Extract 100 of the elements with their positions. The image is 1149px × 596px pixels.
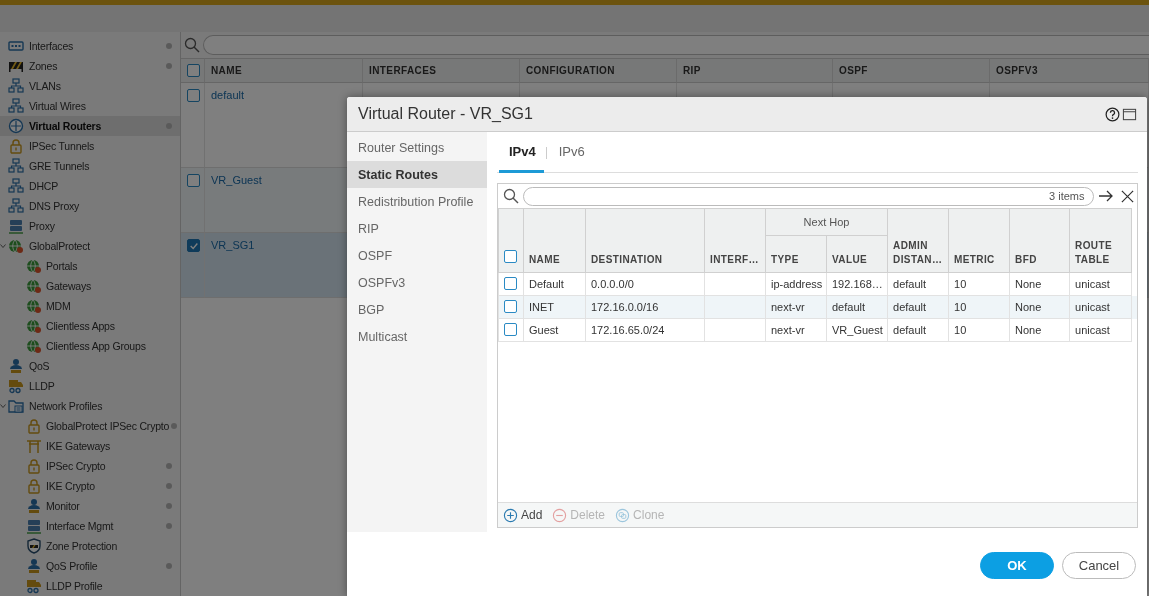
tab[interactable]: IPv4 [499, 133, 544, 173]
tab[interactable]: IPv6 [548, 133, 593, 173]
lock-icon [8, 138, 24, 154]
nav-item[interactable]: OSPFv3 [347, 269, 487, 296]
column-header: INTERF… [704, 208, 766, 273]
globe-icon [26, 338, 42, 354]
name-link[interactable]: VR_Guest [211, 174, 262, 186]
column-header: OSPFV3 [990, 58, 1149, 83]
sidebar-item[interactable]: IPSec Tunnels [0, 136, 180, 156]
table-cell: unicast [1069, 318, 1132, 342]
table-cell: None [1009, 272, 1070, 296]
name-link[interactable]: VR_SG1 [211, 239, 255, 251]
table-cell: None [1009, 318, 1070, 342]
sidebar-item[interactable]: LLDP [0, 376, 180, 396]
globe-icon [26, 318, 42, 334]
sidebar-item[interactable]: LLDP Profile [0, 576, 180, 596]
sidebar-item[interactable]: Gateways [0, 276, 180, 296]
table-cell: 10 [948, 272, 1010, 296]
sidebar-item[interactable]: QoS [0, 356, 180, 376]
sidebar-item[interactable]: IKE Gateways [0, 436, 180, 456]
network-icon [8, 178, 24, 194]
checkbox[interactable] [187, 174, 200, 187]
column-header: DESTINATION [585, 208, 705, 273]
table-cell: 192.168… [826, 272, 888, 296]
table-cell: Default [523, 272, 586, 296]
sidebar-item[interactable]: Monitor [0, 496, 180, 516]
checkbox[interactable] [187, 64, 200, 77]
person-icon [8, 358, 24, 374]
gate-icon [26, 438, 42, 454]
sidebar-item[interactable]: Clientless Apps [0, 316, 180, 336]
sidebar-item[interactable]: Portals [0, 256, 180, 276]
nav-item[interactable]: RIP [347, 215, 487, 242]
server-icon [26, 518, 42, 534]
table-cell: 172.16.65.0/24 [585, 318, 705, 342]
nav-item[interactable]: Redistribution Profile [347, 188, 487, 215]
plus-icon [503, 507, 518, 523]
minus-icon [552, 507, 568, 523]
network-icon [8, 98, 24, 114]
nav-item[interactable]: Static Routes [347, 161, 487, 188]
copy-icon [615, 507, 631, 523]
sidebar-item[interactable]: VLANs [0, 76, 180, 96]
column-header: BFD [1009, 208, 1070, 273]
column-header: NAME [205, 58, 363, 83]
table-cell: 10 [948, 318, 1010, 342]
sidebar-item[interactable]: Interface Mgmt [0, 516, 180, 536]
globe-icon [26, 298, 42, 314]
sidebar-item[interactable]: GlobalProtect IPSec Crypto [0, 416, 180, 436]
sidebar-item[interactable]: Interfaces [0, 36, 180, 56]
sidebar-item[interactable]: GlobalProtect [0, 236, 180, 256]
sidebar-item[interactable]: MDM [0, 296, 180, 316]
sidebar-item[interactable]: Clientless App Groups [0, 336, 180, 356]
column-header: CONFIGURATION [520, 58, 677, 83]
lock-icon [26, 418, 42, 434]
checkbox[interactable] [504, 322, 517, 336]
sidebar-item[interactable]: Virtual Wires [0, 96, 180, 116]
sidebar-item[interactable]: Network Profiles [0, 396, 180, 416]
nav-item[interactable]: Multicast [347, 323, 487, 350]
column-header: TYPE [765, 235, 827, 273]
checkbox[interactable] [504, 250, 517, 263]
maximize-icon[interactable] [1122, 106, 1137, 122]
router-icon [8, 118, 24, 134]
sidebar-item[interactable]: DHCP [0, 176, 180, 196]
sidebar-item[interactable]: IPSec Crypto [0, 456, 180, 476]
column-header: NAME [523, 208, 586, 273]
globe-icon [26, 278, 42, 294]
lock-icon [26, 478, 42, 494]
sidebar-item[interactable]: Proxy [0, 216, 180, 236]
toolbar-button[interactable]: Add [503, 507, 543, 523]
name-link[interactable]: default [211, 89, 245, 101]
column-header: RIP [677, 58, 833, 83]
checkbox[interactable] [504, 276, 517, 290]
search-field[interactable] [203, 35, 1149, 55]
sidebar-item[interactable]: Zones [0, 56, 180, 76]
sidebar-item[interactable]: Zone Protection [0, 536, 180, 556]
ok-button[interactable]: OK [980, 552, 1054, 579]
column-header: ADMIN DISTAN… [887, 208, 949, 273]
help-icon[interactable] [1105, 106, 1120, 122]
table-cell: VR_Guest [826, 318, 888, 342]
globe-icon [26, 258, 42, 274]
sidebar-item[interactable]: GRE Tunnels [0, 156, 180, 176]
network-icon [8, 158, 24, 174]
nav-item[interactable]: Router Settings [347, 134, 487, 161]
lock-icon [26, 458, 42, 474]
checkbox[interactable] [187, 239, 200, 252]
globe-icon [8, 238, 24, 254]
table-cell: unicast [1069, 272, 1132, 296]
server-icon [8, 218, 24, 234]
checkbox[interactable] [504, 299, 517, 313]
cancel-button[interactable]: Cancel [1062, 552, 1136, 579]
sidebar-item[interactable]: Virtual Routers [0, 116, 180, 136]
column-header: OSPF [833, 58, 990, 83]
nav-item[interactable]: BGP [347, 296, 487, 323]
table-cell: default [887, 272, 949, 296]
nav-item[interactable]: OSPF [347, 242, 487, 269]
sidebar-item[interactable]: IKE Crypto [0, 476, 180, 496]
search-icon [501, 188, 521, 204]
folder-icon [8, 398, 24, 414]
sidebar-item[interactable]: QoS Profile [0, 556, 180, 576]
checkbox[interactable] [187, 89, 200, 102]
sidebar-item[interactable]: DNS Proxy [0, 196, 180, 216]
